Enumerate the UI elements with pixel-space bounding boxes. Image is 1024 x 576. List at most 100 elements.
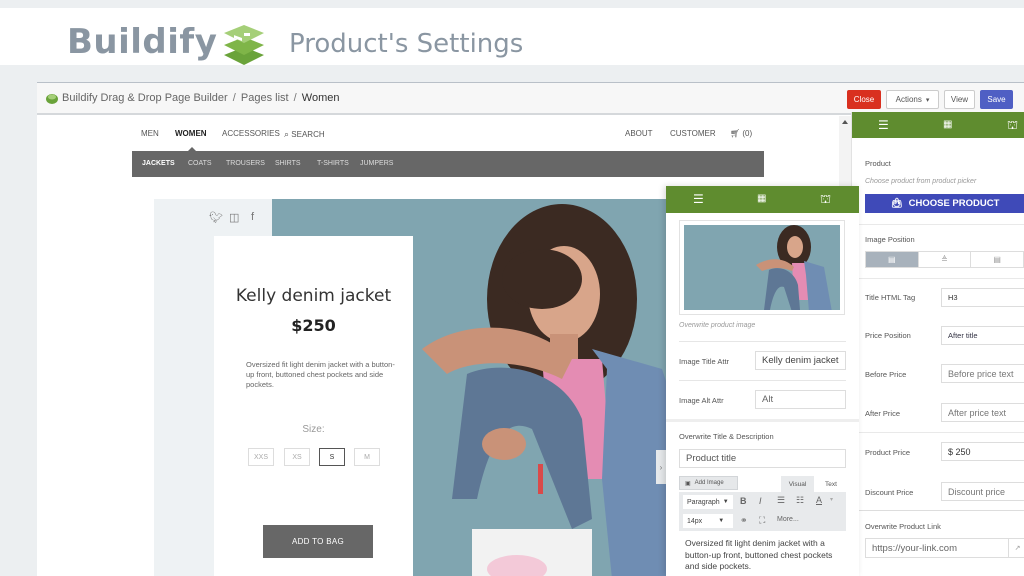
- product-price: $250: [291, 316, 336, 335]
- nav-men[interactable]: MEN: [141, 129, 159, 138]
- grid-icon[interactable]: ▦: [943, 119, 952, 130]
- size-option-m[interactable]: M: [354, 448, 380, 466]
- chevron-down-icon: ▼: [718, 518, 725, 524]
- grid-icon[interactable]: ▦: [757, 193, 766, 204]
- image-position-left-icon[interactable]: ▤: [866, 252, 919, 267]
- close-button[interactable]: Close: [847, 90, 881, 109]
- twitter-icon[interactable]: 🐦︎: [209, 211, 223, 224]
- search-link[interactable]: ⌕ SEARCH: [284, 129, 325, 140]
- sitemap-icon[interactable]: ⛫: [820, 192, 831, 208]
- size-option-s[interactable]: S: [319, 448, 345, 466]
- nav-accessories[interactable]: ACCESSORIES: [222, 129, 280, 138]
- shopping-bag-icon: 👜︎: [890, 198, 903, 209]
- image-title-input[interactable]: Kelly denim jacket: [755, 351, 846, 370]
- cart-link[interactable]: 🛒︎ (0): [730, 129, 752, 138]
- image-alt-input[interactable]: Alt: [755, 390, 846, 409]
- product-card: Kelly denim jacket $250 Oversized fit li…: [214, 236, 413, 576]
- nav-about[interactable]: ABOUT: [625, 129, 653, 138]
- product-price-input[interactable]: $ 250: [941, 442, 1024, 461]
- panel-header: ☰ ▦ ⛫: [852, 112, 1024, 138]
- actions-dropdown-button[interactable]: Actions ▾: [886, 90, 939, 109]
- choose-product-button[interactable]: 👜︎ CHOOSE PRODUCT: [865, 194, 1024, 213]
- buildify-small-logo-icon: [46, 94, 58, 104]
- image-position-top-icon[interactable]: ≜: [919, 252, 972, 267]
- facebook-icon[interactable]: f: [251, 211, 254, 223]
- bold-icon[interactable]: B: [740, 496, 747, 506]
- format-select[interactable]: Paragraph ▼: [683, 495, 733, 509]
- product-label: Product: [865, 159, 891, 168]
- save-button[interactable]: Save: [980, 90, 1013, 109]
- tab-text[interactable]: Text: [816, 476, 846, 492]
- bullet-list-icon[interactable]: ☰: [777, 495, 785, 506]
- product-link-input[interactable]: https://your-link.com ↗: [865, 538, 1024, 558]
- breadcrumb-separator: /: [232, 92, 236, 104]
- chevron-right-icon: ›: [659, 462, 663, 472]
- title-tag-select[interactable]: H3: [941, 288, 1024, 307]
- product-image-thumbnail: [684, 225, 840, 310]
- discount-price-input[interactable]: Discount price: [941, 482, 1024, 501]
- instagram-icon[interactable]: ◫: [229, 211, 239, 224]
- nav-customer[interactable]: CUSTOMER: [670, 129, 716, 138]
- after-price-label: After Price: [865, 409, 901, 418]
- scroll-up-arrow-icon[interactable]: [842, 120, 848, 124]
- menu-icon[interactable]: ☰: [693, 192, 704, 206]
- size-option-xs[interactable]: XS: [284, 448, 310, 466]
- panel-collapse-handle[interactable]: ›: [656, 450, 666, 484]
- breadcrumb-pages-list[interactable]: Pages list: [241, 92, 289, 104]
- divider: [852, 278, 1024, 279]
- subnav-jumpers[interactable]: JUMPERS: [360, 160, 393, 167]
- chevron-down-icon[interactable]: ▾: [830, 496, 833, 503]
- subnav-t-shirts[interactable]: T-SHIRTS: [317, 160, 349, 167]
- font-size-value: 14px: [687, 517, 703, 525]
- chevron-down-icon: ▼: [722, 499, 729, 505]
- subnav-shirts[interactable]: SHIRTS: [275, 160, 301, 167]
- image-icon: ▣: [685, 480, 691, 487]
- format-select-value: Paragraph: [687, 498, 720, 506]
- model-photo-thumb: [756, 225, 832, 310]
- search-icon: ⌕: [284, 129, 290, 139]
- menu-icon[interactable]: ☰: [878, 118, 889, 132]
- product-image-picker[interactable]: [679, 220, 845, 315]
- divider: [852, 510, 1024, 511]
- view-button[interactable]: View: [944, 90, 975, 109]
- discount-price-label: Discount Price: [865, 488, 914, 497]
- image-position-toggle: ▤ ≜ ▤: [865, 251, 1024, 268]
- price-position-select[interactable]: After title: [941, 326, 1024, 345]
- breadcrumb-home[interactable]: Buildify Drag & Drop Page Builder: [62, 92, 228, 104]
- after-price-input[interactable]: After price text: [941, 403, 1024, 422]
- panel-header: ☰ ▦ ⛫: [666, 186, 859, 213]
- tab-visual[interactable]: Visual: [781, 476, 814, 492]
- before-price-input[interactable]: Before price text: [941, 364, 1024, 383]
- divider: [679, 341, 846, 342]
- add-image-button[interactable]: ▣ Add Image: [679, 476, 738, 490]
- builder-topbar: Buildify Drag & Drop Page Builder / Page…: [37, 83, 1024, 115]
- font-size-select[interactable]: 14px ▼: [683, 514, 733, 528]
- actions-label: Actions: [895, 95, 922, 104]
- category-subnav: JACKETS COATS TROUSERS SHIRTS T-SHIRTS J…: [132, 151, 764, 177]
- banner-title: Product's Settings: [289, 29, 524, 59]
- fullscreen-icon[interactable]: ⛶: [759, 515, 765, 526]
- sitemap-icon[interactable]: ⛫: [1007, 118, 1018, 134]
- subnav-coats[interactable]: COATS: [188, 160, 212, 167]
- numbered-list-icon[interactable]: ☷: [796, 495, 804, 506]
- promo-banner: Buildify Product's Settings: [0, 8, 1024, 65]
- chevron-down-icon: ▾: [925, 96, 930, 104]
- text-color-icon[interactable]: A: [816, 495, 822, 505]
- product-link-placeholder: https://your-link.com: [872, 542, 957, 554]
- search-label: SEARCH: [291, 130, 325, 139]
- nav-women[interactable]: WOMEN: [175, 129, 207, 138]
- cart-count: (0): [742, 129, 753, 138]
- add-to-bag-button[interactable]: ADD TO BAG: [263, 525, 373, 558]
- breadcrumb-separator: /: [293, 92, 297, 104]
- product-title-input[interactable]: Product title: [679, 449, 846, 468]
- description-editor[interactable]: Oversized fit light denim jacket with a …: [679, 534, 846, 576]
- more-button[interactable]: More...: [777, 516, 799, 523]
- italic-icon[interactable]: I: [759, 496, 762, 506]
- image-position-right-icon[interactable]: ▤: [971, 252, 1024, 267]
- subnav-jackets[interactable]: JACKETS: [142, 160, 175, 167]
- link-icon[interactable]: ⚭: [740, 515, 748, 526]
- size-option-xxs[interactable]: XXS: [248, 448, 274, 466]
- before-price-label: Before Price: [865, 370, 907, 379]
- external-link-icon[interactable]: ↗: [1008, 539, 1024, 557]
- subnav-trousers[interactable]: TROUSERS: [226, 160, 265, 167]
